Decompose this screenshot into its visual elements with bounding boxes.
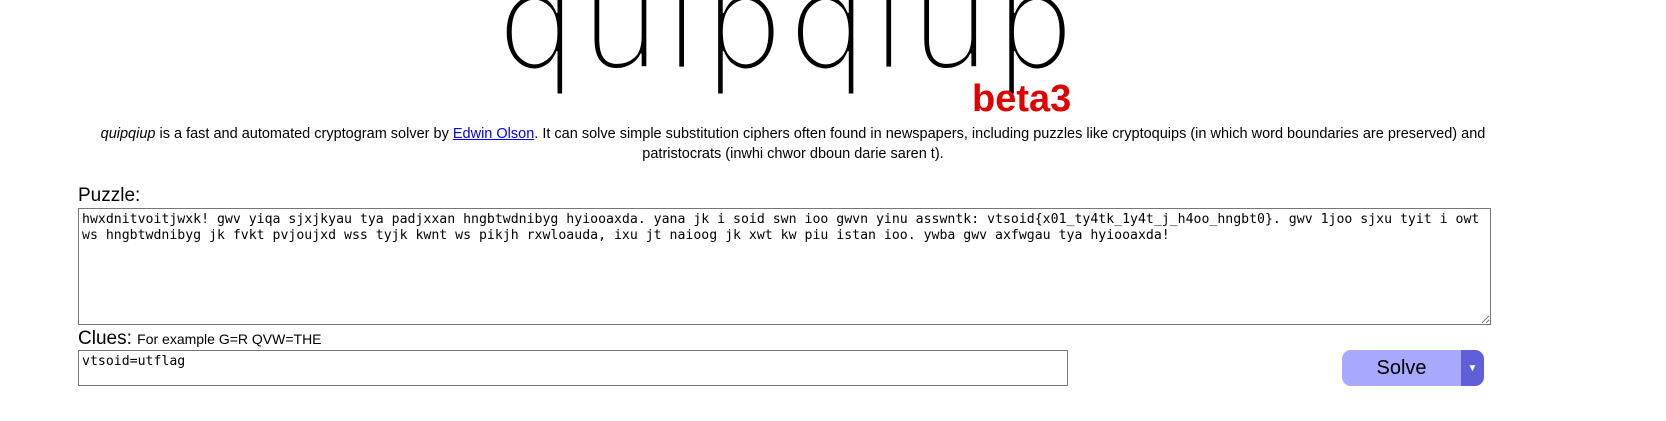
author-link[interactable]: Edwin Olson xyxy=(453,126,534,142)
app-logo: quipqiup xyxy=(495,0,1079,98)
clues-input[interactable]: vtsoid=utflag xyxy=(78,350,1068,386)
beta-badge: beta3 xyxy=(972,78,1072,120)
clues-hint: For example G=R QVW=THE xyxy=(137,331,322,347)
solve-options-dropdown[interactable]: ▼ xyxy=(1461,350,1484,386)
clues-label: Clues: xyxy=(78,328,132,349)
intro-app-name: quipqiup xyxy=(100,126,156,142)
header: quipqiup beta3 xyxy=(0,0,1666,122)
solve-button[interactable]: Solve xyxy=(1342,350,1461,386)
clues-label-group: Clues: For example G=R QVW=THE xyxy=(78,328,322,350)
intro-text-after-link: . It can solve simple substitution ciphe… xyxy=(534,126,1486,162)
intro-text-before-link: is a fast and automated cryptogram solve… xyxy=(155,126,453,142)
puzzle-label: Puzzle: xyxy=(78,185,141,206)
puzzle-textarea[interactable]: hwxdnitvoitjwxk! gwv yiqa sjxjkyau tya p… xyxy=(78,208,1491,325)
caret-down-icon: ▼ xyxy=(1467,362,1478,374)
intro-paragraph: quipqiup is a fast and automated cryptog… xyxy=(80,124,1506,164)
solve-button-group: Solve ▼ xyxy=(1342,350,1484,386)
